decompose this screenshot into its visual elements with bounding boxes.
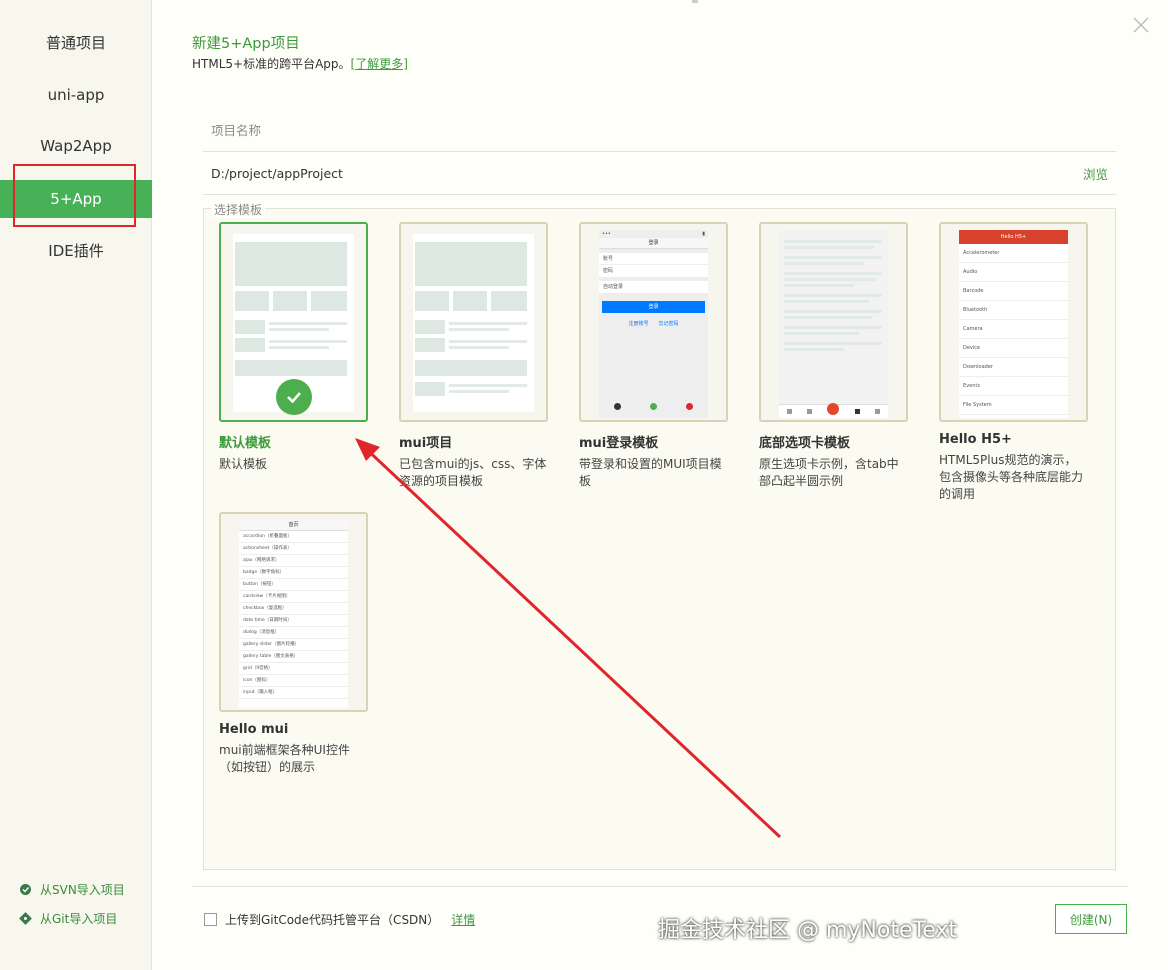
git-icon [18, 912, 32, 926]
template-desc: mui前端框架各种UI控件（如按钮）的展示 [219, 743, 350, 774]
login-preview-account: 账号 [599, 253, 708, 265]
template-name: mui登录模板 [579, 436, 659, 451]
login-preview: ••• ▮ 登录 账号 密码 自动登录 登录 注册账号 忘记密码 [599, 230, 708, 418]
selected-check-icon [276, 379, 312, 415]
project-name-input[interactable] [203, 123, 1023, 138]
mui-preview-row: gallery table（图文表格） [239, 651, 348, 663]
template-thumbnail[interactable]: ••• ▮ 登录 账号 密码 自动登录 登录 注册账号 忘记密码 [579, 222, 728, 422]
h5-preview-row: Camera [959, 320, 1068, 339]
mui-preview-row: gallery slider（图片轮播） [239, 639, 348, 651]
close-icon[interactable] [1131, 15, 1151, 35]
gitcode-option: 上传到GitCode代码托管平台（CSDN） 详情 [204, 911, 475, 928]
template-name: Hello H5+ [939, 432, 1012, 447]
project-path-row: 浏览 [203, 153, 1116, 195]
sidebar-item-wap2app[interactable]: Wap2App [0, 127, 152, 165]
footer-divider [192, 886, 1128, 887]
browse-button[interactable]: 浏览 [1083, 164, 1108, 183]
template-desc: 默认模板 [219, 457, 268, 471]
template-thumbnail[interactable] [759, 222, 908, 422]
gitcode-checkbox[interactable] [204, 913, 217, 926]
h5-preview-row: Barcode [959, 282, 1068, 301]
template-card-hello-h5[interactable]: Hello H5+ Accelerometer Audio Barcode Bluet… [939, 222, 1088, 503]
login-preview-password: 密码 [603, 268, 614, 274]
template-name: Hello mui [219, 722, 289, 737]
login-preview-button: 登录 [602, 301, 705, 313]
thumbnail-page [413, 234, 534, 412]
tab-preview [779, 230, 888, 418]
template-card-default[interactable]: 默认模板 默认模板 [219, 222, 368, 473]
mui-preview-row: date time（日期时间） [239, 615, 348, 627]
mui-preview-row: cardview（卡片视图） [239, 591, 348, 603]
import-from-svn-label: 从SVN导入项目 [40, 883, 125, 897]
template-thumbnail[interactable]: 首页 accordion（折叠面板） actionsheet（操作表） ajax（网… [219, 512, 368, 712]
template-name: 底部选项卡模板 [759, 436, 851, 451]
sidebar-item-uni-app[interactable]: uni-app [0, 76, 152, 114]
login-preview-auto: 自动登录 [599, 281, 708, 293]
h5-preview-row: File System [959, 396, 1068, 415]
project-path-input[interactable] [203, 166, 1023, 181]
template-card-mui[interactable]: mui项目 已包含mui的js、css、字体资源的项目模板 [399, 222, 548, 490]
h5-preview-row: Device [959, 339, 1068, 358]
learn-more-link[interactable]: [了解更多] [351, 57, 408, 71]
template-card-hello-mui[interactable]: 首页 accordion（折叠面板） actionsheet（操作表） ajax（网… [219, 512, 368, 776]
page-title: 新建5+App项目 [192, 36, 300, 52]
project-name-row [203, 110, 1116, 152]
h5-preview-row: Bluetooth [959, 301, 1068, 320]
mui-preview-row: ajax（网络请求） [239, 555, 348, 567]
mui-preview-row: grid（9宫格） [239, 663, 348, 675]
template-desc: HTML5Plus规范的演示，包含摄像头等各种底层能力的调用 [939, 453, 1084, 501]
template-name: 默认模板 [219, 436, 272, 451]
mui-preview-row: button（按钮） [239, 579, 348, 591]
mui-preview-row: actionsheet（操作表） [239, 543, 348, 555]
h5-preview-title: Hello H5+ [959, 230, 1068, 244]
h5-preview-list: Accelerometer Audio Barcode Bluetooth Camera… [959, 244, 1068, 415]
h5-preview-row: Audio [959, 263, 1068, 282]
login-preview-forgot: 忘记密码 [658, 321, 679, 327]
template-desc: 带登录和设置的MUI项目模板 [579, 457, 722, 488]
import-from-git-link[interactable]: 从Git导入项目 [18, 910, 117, 927]
sidebar: 普通项目 uni-app Wap2App 5+App IDE插件 从SVN导入项… [0, 0, 152, 970]
template-thumbnail[interactable] [219, 222, 368, 422]
watermark: 掘金技术社区 @ myNoteText [658, 918, 958, 943]
mui-preview-row: icon（图标） [239, 675, 348, 687]
detail-link[interactable]: 详情 [451, 911, 475, 928]
h5-preview: Hello H5+ Accelerometer Audio Barcode Bluet… [959, 230, 1068, 418]
mui-preview: 首页 accordion（折叠面板） actionsheet（操作表） ajax（网… [239, 520, 348, 708]
h5-preview-row: Accelerometer [959, 244, 1068, 263]
import-from-svn-link[interactable]: 从SVN导入项目 [18, 881, 125, 898]
sidebar-item-5plus-app[interactable]: 5+App [0, 180, 152, 218]
h5-preview-row: Events [959, 377, 1068, 396]
login-preview-title: 登录 [599, 238, 708, 249]
mui-preview-row: input（输入框） [239, 687, 348, 699]
template-legend: 选择模板 [211, 201, 266, 218]
mui-preview-list: accordion（折叠面板） actionsheet（操作表） ajax（网络请求… [239, 531, 348, 699]
mui-preview-row: dialog（消息框） [239, 627, 348, 639]
mui-preview-row: badge（数字角标） [239, 567, 348, 579]
page-subtitle: HTML5+标准的跨平台App。[了解更多] [192, 55, 408, 72]
template-card-mui-login[interactable]: ••• ▮ 登录 账号 密码 自动登录 登录 注册账号 忘记密码 mui登录模板… [579, 222, 728, 490]
h5-preview-row: Downloader [959, 358, 1068, 377]
sidebar-item-ide-plugin[interactable]: IDE插件 [0, 231, 152, 269]
import-from-git-label: 从Git导入项目 [40, 912, 118, 926]
gitcode-label: 上传到GitCode代码托管平台（CSDN） [225, 913, 440, 927]
template-desc: 原生选项卡示例，含tab中部凸起半圆示例 [759, 457, 899, 488]
mui-preview-title: 首页 [239, 520, 348, 531]
mui-preview-row: accordion（折叠面板） [239, 531, 348, 543]
create-button[interactable]: 创建(N) [1055, 904, 1127, 934]
login-preview-register: 注册账号 [628, 321, 649, 327]
sidebar-item-normal-project[interactable]: 普通项目 [0, 23, 152, 61]
svn-icon [18, 883, 32, 897]
window-notch [692, 0, 698, 3]
template-desc: 已包含mui的js、css、字体资源的项目模板 [399, 457, 547, 488]
template-card-bottom-tab[interactable]: 底部选项卡模板 原生选项卡示例，含tab中部凸起半圆示例 [759, 222, 908, 490]
template-name: mui项目 [399, 436, 453, 451]
template-thumbnail[interactable]: Hello H5+ Accelerometer Audio Barcode Bluet… [939, 222, 1088, 422]
main-panel: 新建5+App项目 HTML5+标准的跨平台App。[了解更多] 浏览 选择模板 [152, 0, 1168, 970]
subtitle-text: HTML5+标准的跨平台App。 [192, 57, 351, 71]
mui-preview-row: checkbox（复选框） [239, 603, 348, 615]
template-thumbnail[interactable] [399, 222, 548, 422]
